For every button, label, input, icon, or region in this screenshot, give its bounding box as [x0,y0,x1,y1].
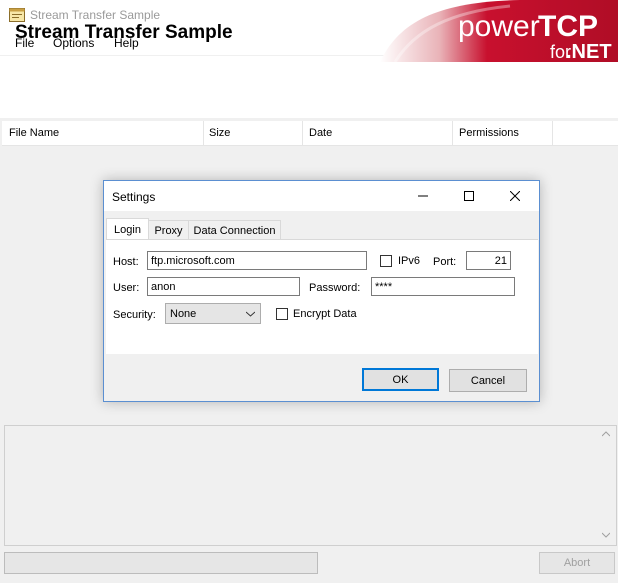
svg-text:power: power [458,10,540,43]
tab-data-connection[interactable]: Data Connection [188,220,281,240]
user-input[interactable]: anon [147,277,300,296]
column-file-name[interactable]: File Name [9,127,59,139]
column-divider[interactable] [452,121,453,145]
password-label: Password: [309,282,361,294]
svg-text:.NET: .NET [566,41,612,62]
banner [0,56,618,118]
password-input[interactable]: **** [371,277,515,296]
column-date[interactable]: Date [309,127,332,139]
log-textbox[interactable] [4,425,617,546]
port-input[interactable]: 21 [466,251,511,270]
column-divider[interactable] [302,121,303,145]
powertcp-logo: power TCP for .NET [380,0,618,62]
close-icon [510,191,520,201]
minimize-icon [418,195,428,197]
encrypt-data-label: Encrypt Data [293,308,357,320]
dialog-minimize-button[interactable] [400,181,446,211]
tab-proxy[interactable]: Proxy [148,220,189,240]
encrypt-data-checkbox[interactable] [276,308,288,320]
host-label: Host: [113,256,139,268]
user-label: User: [113,282,140,294]
column-divider[interactable] [552,121,553,145]
dialog-title: Settings [112,190,156,204]
column-size[interactable]: Size [209,127,230,139]
security-select-value: None [170,308,197,320]
port-label: Port: [433,256,457,268]
scroll-up-icon[interactable] [602,431,610,437]
dialog-maximize-button[interactable] [446,181,492,211]
cancel-button[interactable]: Cancel [449,369,527,392]
host-input[interactable]: ftp.microsoft.com [147,251,367,270]
security-select[interactable]: None [165,303,261,324]
ipv6-label: IPv6 [398,255,421,267]
banner-title: Stream Transfer Sample [15,22,233,43]
window-title: Stream Transfer Sample [30,8,161,22]
chevron-down-icon [246,311,255,317]
log-scrollbar[interactable] [598,426,614,543]
app-window-icon [9,8,25,22]
progress-bar [4,552,318,574]
svg-text:TCP: TCP [538,10,598,43]
dialog-close-button[interactable] [492,181,538,211]
security-label: Security: [113,309,156,321]
column-permissions[interactable]: Permissions [459,127,519,139]
ok-button[interactable]: OK [362,368,439,391]
settings-dialog: Settings Login Proxy Data Connection Hos… [103,180,540,402]
abort-button[interactable]: Abort [539,552,615,574]
column-divider[interactable] [203,121,204,145]
ipv6-checkbox[interactable] [380,255,392,267]
scroll-down-icon[interactable] [602,532,610,538]
maximize-icon [464,191,474,201]
tab-login[interactable]: Login [106,218,149,241]
